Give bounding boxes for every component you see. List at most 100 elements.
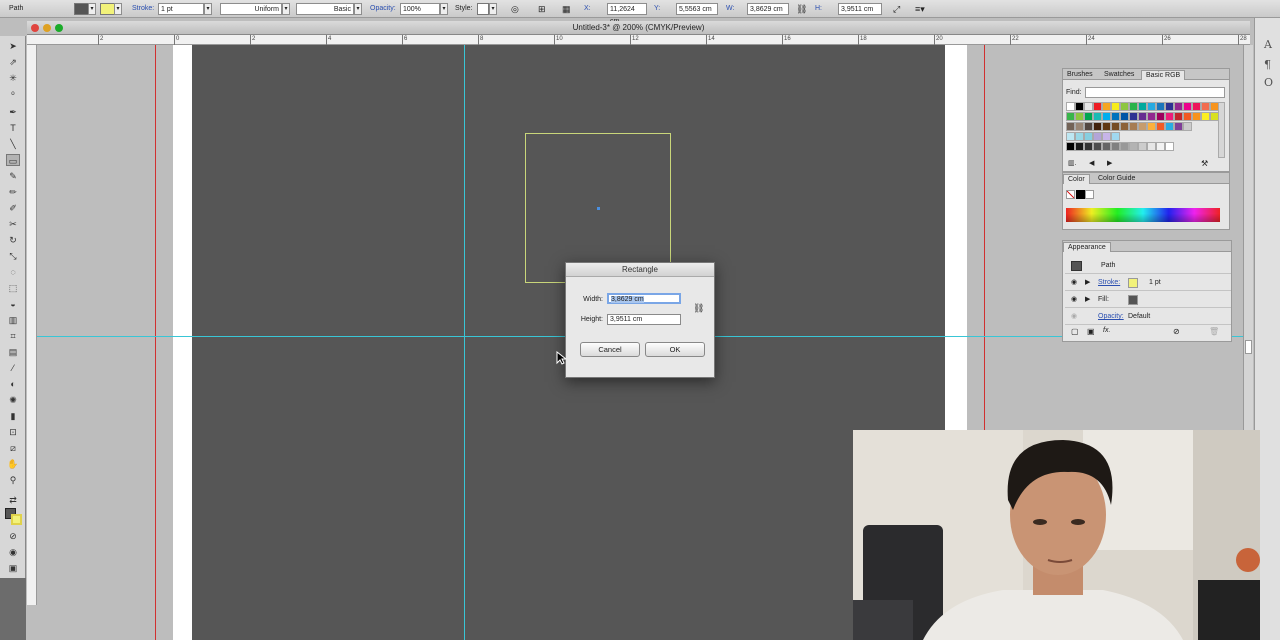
fill-dropdown[interactable]: ▾ <box>88 3 96 15</box>
recolor-icon[interactable]: ◎ <box>511 3 519 15</box>
swatch-cell[interactable] <box>1111 132 1120 141</box>
swatch-cell[interactable] <box>1192 112 1201 121</box>
swatch-cell[interactable] <box>1120 112 1129 121</box>
appearance-fill-label[interactable]: Fill: <box>1098 292 1109 308</box>
swatch-cell[interactable] <box>1165 102 1174 111</box>
blend-tool-icon[interactable]: ◐ <box>6 378 20 390</box>
add-effect-icon[interactable]: fx. <box>1103 327 1110 334</box>
find-input[interactable] <box>1085 87 1225 98</box>
appearance-stroke-swatch[interactable] <box>1128 278 1138 288</box>
swatch-cell[interactable] <box>1129 142 1138 151</box>
screen-mode-icon[interactable]: ▣ <box>6 562 20 574</box>
swatch-cell[interactable] <box>1174 122 1183 131</box>
artboard-tool-icon[interactable]: ⊡ <box>6 426 20 438</box>
paintbrush-tool-icon[interactable]: ✎ <box>6 170 20 182</box>
character-panel-icon[interactable]: A <box>1264 38 1272 51</box>
swatch-cell[interactable] <box>1111 102 1120 111</box>
swatch-cell[interactable] <box>1075 142 1084 151</box>
close-window-icon[interactable] <box>31 24 39 32</box>
selection-tool-icon[interactable]: ➤ <box>6 40 20 52</box>
swatch-cell[interactable] <box>1156 142 1165 151</box>
opacity-label[interactable]: Opacity: <box>370 3 396 15</box>
lasso-tool-icon[interactable]: ᵒ <box>6 88 20 100</box>
drawing-mode-icon[interactable]: ◉ <box>6 546 20 558</box>
appearance-opacity-row[interactable]: ◉ Opacity: Default <box>1065 309 1231 325</box>
swatch-cell[interactable] <box>1156 112 1165 121</box>
swatch-cell[interactable] <box>1102 122 1111 131</box>
style-dropdown[interactable]: ▾ <box>489 3 497 15</box>
swatch-cell[interactable] <box>1093 142 1102 151</box>
swatch-cell[interactable] <box>1066 142 1075 151</box>
symbol-sprayer-tool-icon[interactable]: ✺ <box>6 394 20 406</box>
clear-appearance-icon[interactable]: ⊘ <box>1173 327 1180 336</box>
swatch-cell[interactable] <box>1129 122 1138 131</box>
swatch-cell[interactable] <box>1129 102 1138 111</box>
hand-tool-icon[interactable]: ✋ <box>6 458 20 470</box>
align-icon[interactable]: ⊞ <box>538 3 546 15</box>
swatch-cell[interactable] <box>1147 142 1156 151</box>
swatch-cell[interactable] <box>1120 142 1129 151</box>
y-field[interactable]: 5,5563 cm <box>676 3 718 15</box>
swatch-cell[interactable] <box>1183 122 1192 131</box>
stroke-label[interactable]: Stroke: <box>132 3 154 15</box>
h-field[interactable]: 3,9511 cm <box>838 3 882 15</box>
swatch-cell[interactable] <box>1120 122 1129 131</box>
line-tool-icon[interactable]: ╲ <box>6 138 20 150</box>
swatch-cell[interactable] <box>1084 132 1093 141</box>
add-stroke-icon[interactable]: ▢ <box>1071 327 1079 336</box>
swatch-cell[interactable] <box>1120 102 1129 111</box>
swatch-cell[interactable] <box>1156 102 1165 111</box>
swatch-cell[interactable] <box>1075 102 1084 111</box>
width-input[interactable]: 3,8629 cm <box>607 293 681 304</box>
swap-fill-stroke-icon[interactable]: ⇄ <box>6 494 20 506</box>
swatch-cell[interactable] <box>1111 142 1120 151</box>
shape-builder-tool-icon[interactable]: ◒ <box>6 298 20 310</box>
brush-select[interactable]: Basic <box>296 3 354 15</box>
column-graph-tool-icon[interactable]: ▮ <box>6 410 20 422</box>
ok-button[interactable]: OK <box>645 342 705 357</box>
swatch-cell[interactable] <box>1084 142 1093 151</box>
color-none-icon[interactable]: ⊘ <box>6 530 20 542</box>
w-field[interactable]: 3,8629 cm <box>747 3 789 15</box>
swatch-cell[interactable] <box>1111 112 1120 121</box>
isolate-icon[interactable]: ⤢ <box>893 3 900 15</box>
swatch-cell[interactable] <box>1174 112 1183 121</box>
swatch-cell[interactable] <box>1165 122 1174 131</box>
swatch-cell[interactable] <box>1201 102 1210 111</box>
x-field[interactable]: 11,2624 cm <box>607 3 647 25</box>
swatch-cell[interactable] <box>1147 102 1156 111</box>
swatch-cell[interactable] <box>1084 112 1093 121</box>
appearance-stroke-value[interactable]: 1 pt <box>1149 275 1161 291</box>
slice-tool-icon[interactable]: ⧄ <box>6 442 20 454</box>
style-swatch[interactable] <box>477 3 489 15</box>
zoom-tool-icon[interactable]: ⚲ <box>6 474 20 486</box>
swatch-cell[interactable] <box>1075 122 1084 131</box>
none-swatch[interactable] <box>1066 190 1075 199</box>
appearance-opacity-label[interactable]: Opacity: <box>1098 309 1124 325</box>
color-spectrum[interactable] <box>1066 208 1220 222</box>
swatch-cell[interactable] <box>1147 122 1156 131</box>
opacity-dropdown[interactable]: ▾ <box>440 3 448 15</box>
eyedropper-tool-icon[interactable]: ⁄ <box>6 362 20 374</box>
pencil-tool-icon[interactable]: ✏ <box>6 186 20 198</box>
expand-triangle-icon[interactable]: ▶ <box>1085 292 1090 308</box>
rectangle-tool-icon[interactable]: ▭ <box>6 154 20 166</box>
tab-appearance[interactable]: Appearance <box>1063 242 1111 252</box>
visibility-eye-icon[interactable]: ◉ <box>1071 292 1077 308</box>
swatch-cell[interactable] <box>1138 142 1147 151</box>
swatch-cell[interactable] <box>1192 102 1201 111</box>
tab-swatches[interactable]: Swatches <box>1100 70 1138 80</box>
swatch-cell[interactable] <box>1084 122 1093 131</box>
next-library-icon[interactable]: ▶ <box>1107 159 1112 167</box>
visibility-eye-icon[interactable]: ◉ <box>1071 309 1077 325</box>
swatch-cell[interactable] <box>1156 122 1165 131</box>
mesh-tool-icon[interactable]: ⌗ <box>6 330 20 342</box>
height-input[interactable]: 3,9511 cm <box>607 314 681 325</box>
swatch-cell[interactable] <box>1138 122 1147 131</box>
stroke-dropdown[interactable]: ▾ <box>114 3 122 15</box>
direct-selection-tool-icon[interactable]: ⇗ <box>6 56 20 68</box>
swatch-cell[interactable] <box>1102 112 1111 121</box>
swatch-tools-icon[interactable]: ⚒ <box>1201 159 1208 168</box>
vertical-ruler[interactable] <box>27 45 37 605</box>
free-transform-tool-icon[interactable]: ⬚ <box>6 282 20 294</box>
